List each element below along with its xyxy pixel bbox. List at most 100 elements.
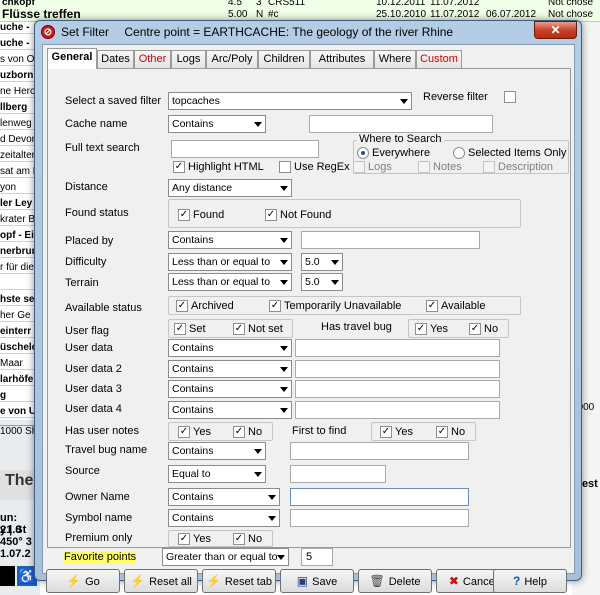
available-checkbox[interactable]: ✓ Available [426,300,485,313]
search-notes-checkbox[interactable]: Notes [418,161,462,174]
tab-other[interactable]: Other [134,50,171,68]
selected-items-only-radio[interactable]: Selected Items Only [453,147,566,160]
use-regex-checkbox[interactable]: Use RegEx [279,161,350,174]
chevron-down-icon [280,367,288,372]
user-data-4-input[interactable] [295,401,500,419]
background-icon [0,566,15,586]
background-row-name: Flüsse treffen [2,7,81,21]
everywhere-radio[interactable]: Everywhere [357,147,430,160]
travel-bug-name-label: Travel bug name [65,444,148,456]
help-label: Help [524,576,547,588]
favorite-points-input[interactable]: 5 [301,548,333,566]
chevron-down-icon [268,495,276,500]
help-button[interactable]: ? Help [493,569,567,593]
difficulty-operator-select[interactable]: Less than or equal to [168,253,292,271]
user-data-4-operator-value: Contains [172,404,214,416]
travel-bug-yes-checkbox[interactable]: ✓ Yes [415,323,448,336]
user-notes-no-checkbox[interactable]: ✓ No [233,426,262,439]
owner-name-operator-select[interactable]: Contains [168,488,280,506]
first-to-find-yes-checkbox[interactable]: ✓ Yes [380,426,413,439]
search-description-checkbox[interactable]: Description [483,161,553,174]
chevron-down-icon [254,122,262,127]
placed-by-input[interactable] [301,231,480,249]
save-label: Save [312,576,338,588]
found-checkbox[interactable]: ✓ Found [178,209,224,222]
distance-select[interactable]: Any distance [168,179,292,197]
user-data-2-input[interactable] [295,360,500,378]
tab-where[interactable]: Where [374,50,416,68]
archived-checkbox[interactable]: ✓ Archived [176,300,234,313]
placed-by-operator-select[interactable]: Contains [168,231,292,249]
tab-attributes[interactable]: Attributes [310,50,374,68]
tab-arc-poly[interactable]: Arc/Poly [206,50,258,68]
lightning-icon: ⚡ [205,574,221,588]
symbol-name-label: Symbol name [65,512,133,524]
reset-tab-button[interactable]: ⚡ Reset tab [202,569,276,593]
chevron-down-icon [280,408,288,413]
terrain-value-select[interactable]: 5.0 [301,273,343,291]
reset-all-button[interactable]: ⚡ Reset all [124,569,198,593]
tab-dates[interactable]: Dates [97,50,134,68]
source-operator-select[interactable]: Equal to [168,465,266,483]
user-flag-set-checkbox[interactable]: ✓ Set [174,323,206,336]
filter-tabs: General Dates Other Logs Arc/Poly Childr… [47,48,567,69]
tab-general[interactable]: General [47,48,97,69]
centre-point-label: Centre point = EARTHCACHE: The geology o… [124,25,454,39]
full-text-search-input[interactable] [171,140,319,158]
premium-yes-checkbox[interactable]: ✓ Yes [178,533,211,546]
travel-bug-name-input[interactable] [290,442,469,460]
premium-no-checkbox[interactable]: ✓ No [233,533,262,546]
tab-children[interactable]: Children [258,50,310,68]
temporarily-unavailable-checkbox[interactable]: ✓ Temporarily Unavailable [269,300,401,313]
user-data-2-operator-value: Contains [172,363,214,375]
premium-yes-label: Yes [193,533,211,545]
chevron-down-icon [268,516,276,521]
user-data-input[interactable] [295,339,500,357]
tab-logs[interactable]: Logs [171,50,206,68]
cache-name-operator-select[interactable]: Contains [168,115,266,133]
selected-items-only-label: Selected Items Only [468,147,567,159]
owner-name-operator-value: Contains [172,491,214,503]
user-data-4-operator-select[interactable]: Contains [168,401,292,419]
travel-bug-no-checkbox[interactable]: ✓ No [469,323,498,336]
background-cell: 06.07.2012 [486,9,537,20]
everywhere-label: Everywhere [372,147,431,159]
has-travel-bug-label: Has travel bug [321,321,392,333]
chevron-down-icon [277,555,285,560]
user-data-3-input[interactable] [295,380,500,398]
dialog-client-area: General Dates Other Logs Arc/Poly Childr… [42,44,575,593]
background-cell: 11.07.2012 [430,9,480,20]
filter-app-icon: ⊘ [41,25,55,39]
symbol-name-input[interactable] [290,509,469,527]
difficulty-value-select[interactable]: 5.0 [301,253,343,271]
source-input[interactable] [290,465,386,483]
highlight-html-checkbox[interactable]: ✓ Highlight HTML [173,161,264,174]
go-button[interactable]: ⚡ Go [46,569,120,593]
not-found-checkbox[interactable]: ✓ Not Found [265,209,331,222]
user-data-2-operator-select[interactable]: Contains [168,360,292,378]
cache-name-input[interactable] [309,115,493,133]
delete-button[interactable]: 🗑 Delete [358,569,432,593]
owner-name-input[interactable] [290,488,469,506]
user-data-label: User data [65,342,113,354]
close-button[interactable]: ✕ [534,21,577,39]
travel-bug-yes-label: Yes [430,323,448,335]
search-logs-checkbox[interactable]: Logs [353,161,392,174]
user-data-3-operator-select[interactable]: Contains [168,380,292,398]
favorite-points-operator-select[interactable]: Greater than or equal to [162,548,289,566]
dialog-titlebar[interactable]: ⊘ Set Filter Centre point = EARTHCACHE: … [35,21,581,43]
terrain-operator-select[interactable]: Less than or equal to [168,273,292,291]
tab-custom[interactable]: Custom [416,50,462,68]
user-notes-yes-checkbox[interactable]: ✓ Yes [178,426,211,439]
where-to-search-title: Where to Search [357,133,444,145]
terrain-value: 5.0 [305,276,320,288]
save-button[interactable]: ▣ Save [280,569,354,593]
saved-filter-select[interactable]: topcaches [168,92,412,110]
first-to-find-no-checkbox[interactable]: ✓ No [436,426,465,439]
saved-filter-label: Select a saved filter [65,95,161,107]
user-flag-not-set-checkbox[interactable]: ✓ Not set [233,323,283,336]
background-cache-list-header: chkopf Flüsse treffen 4.5 3 CRS511 10.12… [0,0,600,22]
travel-bug-name-operator-select[interactable]: Contains [168,442,266,460]
symbol-name-operator-select[interactable]: Contains [168,509,280,527]
user-data-operator-select[interactable]: Contains [168,339,292,357]
